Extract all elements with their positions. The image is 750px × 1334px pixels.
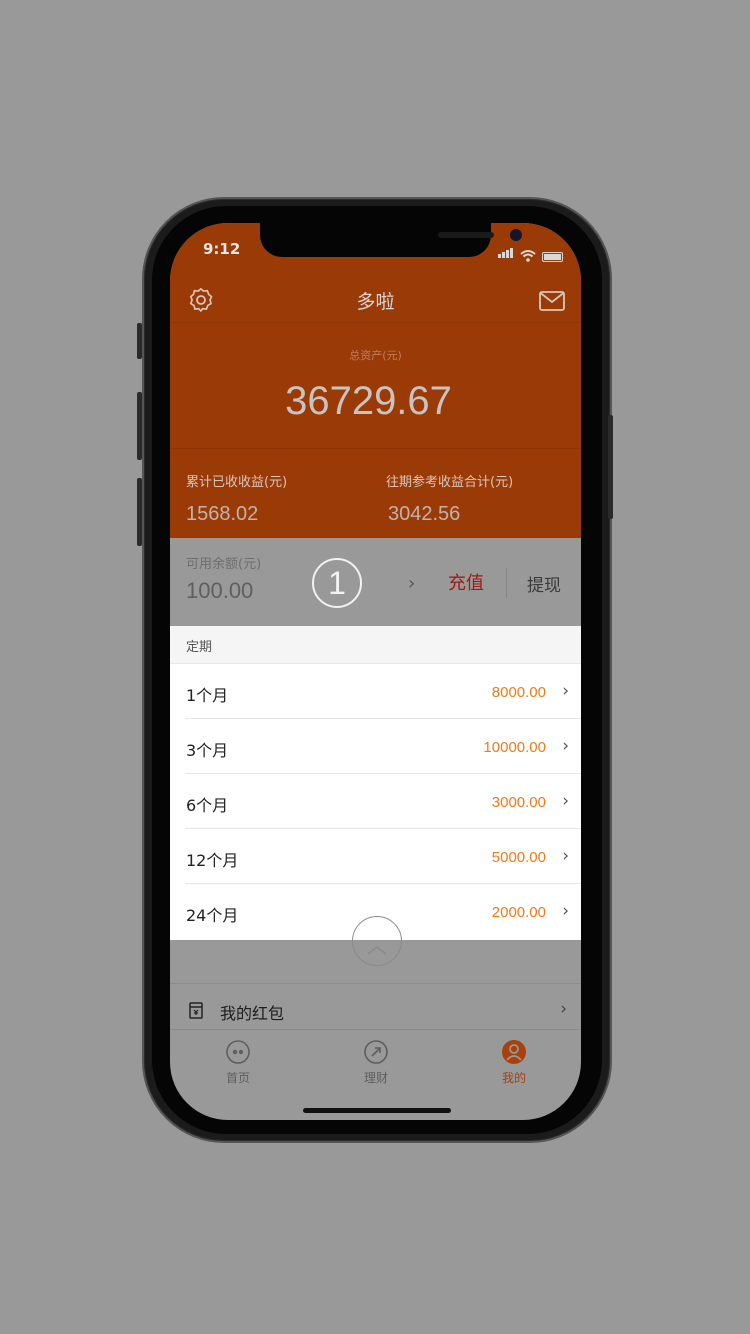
term-row[interactable]: 1个月 8000.00 ›	[185, 664, 581, 719]
term-row[interactable]: 12个月 5000.00 ›	[185, 829, 581, 884]
fixed-term-panel: 定期 1个月 8000.00 › 3个月 10000.00 › 6个月 3000…	[170, 626, 581, 940]
user-icon	[502, 1040, 526, 1064]
chevron-right-icon: ›	[562, 736, 569, 756]
header-divider	[170, 322, 581, 323]
term-row[interactable]: 3个月 10000.00 ›	[185, 719, 581, 774]
chevron-right-icon[interactable]: ›	[560, 999, 567, 1019]
total-assets-label: 总资产(元)	[349, 349, 402, 362]
section-divider	[170, 983, 581, 984]
balance-value: 100.00	[186, 578, 254, 603]
term-amount: 2000.00	[491, 904, 546, 921]
home-indicator	[303, 1108, 451, 1113]
step-number-badge: 1	[312, 558, 362, 608]
power-button	[608, 415, 613, 519]
balance-row: 可用余额(元) 100.00 1 › 充值 提现	[170, 538, 581, 626]
tab-bar: 首页 理财 我的	[170, 1029, 581, 1120]
total-assets-value: 36729.67	[285, 379, 452, 423]
finance-icon	[364, 1040, 388, 1064]
home-icon	[226, 1040, 250, 1064]
term-name: 3个月	[186, 741, 229, 760]
balance-label: 可用余额(元)	[186, 557, 262, 572]
volume-down-button	[137, 478, 142, 546]
chevron-up-icon	[367, 946, 387, 955]
term-row[interactable]: 6个月 3000.00 ›	[185, 774, 581, 829]
tab-finance[interactable]: 理财	[341, 1039, 411, 1086]
chevron-right-icon[interactable]: ›	[408, 573, 415, 594]
page-title: 多啦	[356, 291, 395, 313]
reference-income: 往期参考收益合计(元) 3042.56	[386, 471, 513, 526]
tab-finance-label: 理财	[363, 1071, 388, 1085]
term-name: 6个月	[186, 796, 229, 815]
term-amount: 5000.00	[491, 849, 546, 866]
status-icons	[498, 243, 563, 262]
phone-screen: 9:12 多啦 总资产(元) 36729.67 累计已收收益(元) 1568.0…	[170, 223, 581, 1120]
chevron-right-icon: ›	[562, 681, 569, 701]
term-name: 1个月	[186, 686, 229, 705]
chevron-right-icon: ›	[562, 791, 569, 811]
red-packet-label[interactable]: 我的红包	[220, 1000, 284, 1024]
collapse-button[interactable]	[352, 916, 402, 966]
volume-up-button	[137, 392, 142, 460]
reference-income-value: 3042.56	[388, 503, 461, 525]
cumulative-income: 累计已收收益(元) 1568.02	[186, 471, 287, 526]
withdraw-button[interactable]: 提现	[527, 571, 561, 596]
term-amount: 8000.00	[491, 684, 546, 701]
term-name: 12个月	[186, 851, 239, 870]
speaker	[438, 232, 494, 238]
tab-home-label: 首页	[225, 1071, 250, 1085]
mute-switch	[137, 323, 142, 359]
cumulative-income-value: 1568.02	[186, 503, 259, 525]
cumulative-income-label: 累计已收收益(元)	[186, 475, 288, 490]
notch	[260, 223, 522, 257]
chevron-right-icon: ›	[562, 901, 569, 921]
chevron-right-icon: ›	[562, 846, 569, 866]
recharge-button[interactable]: 充值	[448, 569, 484, 595]
status-time: 9:12	[203, 240, 241, 258]
tab-home[interactable]: 首页	[203, 1039, 273, 1086]
header-divider-2	[170, 448, 581, 449]
reference-income-label: 往期参考收益合计(元)	[386, 475, 514, 490]
term-amount: 10000.00	[483, 739, 546, 756]
wifi-icon	[520, 250, 536, 262]
mail-icon[interactable]	[539, 291, 565, 311]
tab-mine-label: 我的	[501, 1071, 526, 1085]
signal-icon	[498, 243, 514, 262]
assets-header: 9:12 多啦 总资产(元) 36729.67 累计已收收益(元) 1568.0…	[170, 223, 581, 538]
fixed-term-title: 定期	[170, 626, 581, 664]
tab-mine[interactable]: 我的	[479, 1039, 549, 1086]
red-packet-icon	[189, 1002, 203, 1019]
front-camera	[510, 229, 522, 241]
vertical-divider	[506, 568, 507, 598]
term-name: 24个月	[186, 906, 239, 925]
term-amount: 3000.00	[491, 794, 546, 811]
battery-icon	[542, 252, 563, 262]
